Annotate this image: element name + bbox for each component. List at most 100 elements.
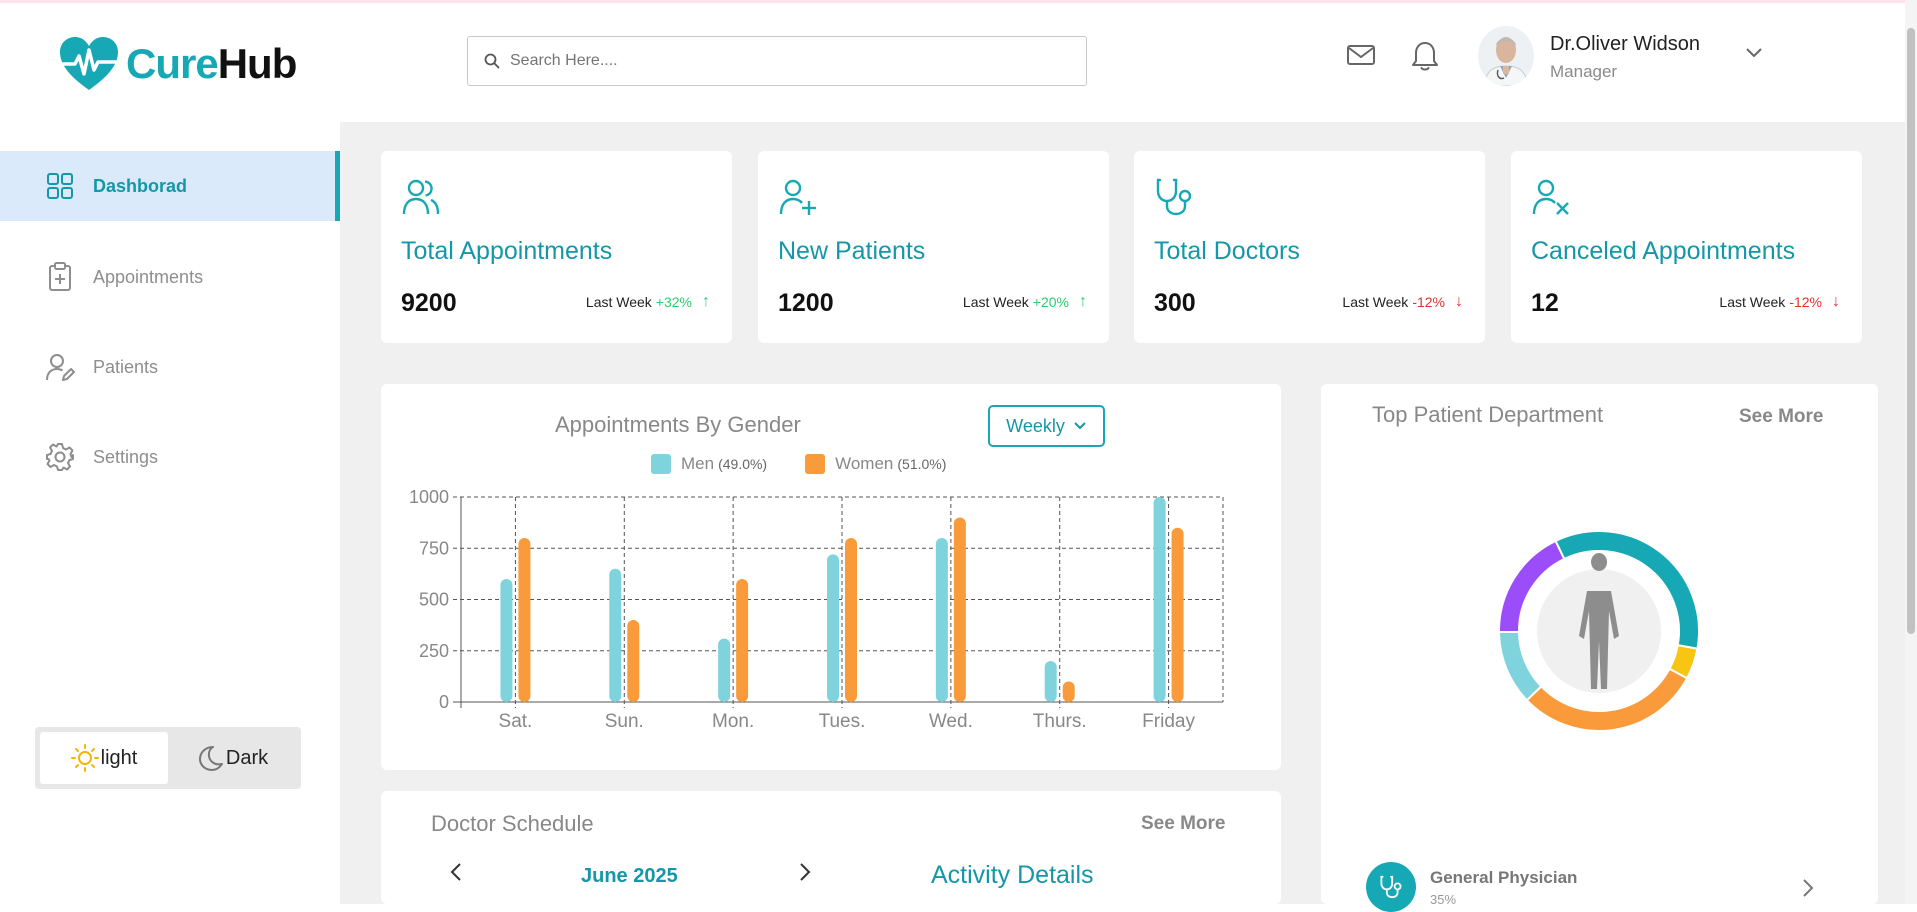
bar-men-wed [935,538,948,702]
next-month-button[interactable] [798,861,812,883]
user-role: Manager [1550,62,1618,81]
x-tick-label: Sat. [499,711,533,732]
light-label: light [100,746,138,769]
stat-trend: Last Week -12% ↓ [1719,293,1840,310]
stat-card-total-doctors[interactable]: Total Doctors 300 Last Week -12% ↓ [1134,151,1485,343]
x-tick-label: Thurs. [1033,711,1087,732]
stat-title: Canceled Appointments [1531,237,1796,265]
stat-value: 12 [1531,289,1559,317]
sidebar-item-label: Appointments [93,266,204,287]
sidebar-item-label: Dashborad [93,175,188,196]
bar-women-tues [845,538,857,702]
stat-card-total-appointments[interactable]: Total Appointments 9200 Last Week +32% ↑ [381,151,732,343]
stat-card-new-patients[interactable]: New Patients 1200 Last Week +20% ↑ [758,151,1109,343]
prev-month-button[interactable] [449,861,463,883]
dept-name: General Physician [1430,867,1578,887]
clipboard-plus-icon [45,262,75,292]
user-plus-icon [778,177,818,222]
sidebar-item-label: Patients [93,356,159,377]
stat-title: Total Appointments [401,237,613,265]
bar-women-sat [518,538,531,702]
bar-women-wed [953,517,966,702]
bar-men-sun [609,568,622,702]
user-x-icon [1531,177,1571,222]
sidebar-item-dashboard[interactable]: Dashborad [0,151,340,221]
grid-icon [45,171,75,201]
brand-logo[interactable]: CureHub [58,36,297,92]
dark-label: Dark [225,746,269,769]
stat-title: New Patients [778,237,926,265]
bar-women-mon [736,579,749,702]
heart-pulse-icon [60,37,118,90]
department-donut-chart [1497,530,1700,732]
chevron-right-icon[interactable] [1801,877,1815,899]
donut-segment[interactable] [1497,630,1543,702]
arrow-up-icon: ↑ [702,293,710,310]
sidebar-item-settings[interactable]: Settings [0,422,340,492]
arrow-down-icon: ↓ [1832,293,1840,310]
x-tick-label: Wed. [929,711,973,732]
sidebar-item-appointments[interactable]: Appointments [0,242,340,312]
search-box[interactable] [467,36,1087,86]
mail-icon [1347,45,1375,65]
stat-trend: Last Week +20% ↑ [962,293,1087,310]
appointments-chart-card: Appointments By Gender Weekly Men (49.0%… [381,384,1281,770]
bar-women-thurs [1062,681,1075,702]
stat-card-canceled-appointments[interactable]: Canceled Appointments 12 Last Week -12% ↓ [1511,151,1862,343]
dark-theme-button[interactable]: Dark [168,732,296,784]
bar-men-friday [1153,497,1166,702]
x-tick-label: Friday [1142,711,1195,732]
stat-title: Total Doctors [1154,237,1300,265]
stethoscope-icon [1154,177,1194,222]
gear-icon [45,442,75,472]
bar-men-tues [827,554,839,702]
bar-chart: 0 250 500 750 1000 Sat. Sun. Mon. Tues. Wed. Thurs… [409,487,1224,732]
user-name[interactable]: Dr.Oliver Widson [1550,33,1700,56]
dept-title: Top Patient Department [1372,402,1604,427]
stethoscope-icon [1366,862,1416,912]
activity-details-title: Activity Details [931,861,1094,889]
scrollbar-thumb[interactable] [1907,28,1915,634]
arrow-down-icon: ↓ [1455,293,1463,310]
doctor-avatar-icon [1478,26,1534,86]
y-tick-label: 0 [439,692,449,712]
brand-name: CureHub [126,40,297,87]
sidebar-item-label: Settings [93,446,159,467]
moon-icon [198,746,223,771]
top-department-card: Top Patient Department See More General … [1321,384,1878,912]
light-theme-button[interactable]: light [40,732,168,784]
x-tick-label: Mon. [712,711,754,732]
sidebar-item-patients[interactable]: Patients [0,332,340,402]
x-tick-label: Sun. [605,711,644,732]
stat-value: 9200 [401,289,457,317]
top-accent-line [0,0,1917,3]
bar-men-mon [718,638,731,702]
scrollbar[interactable] [1905,0,1917,904]
y-tick-label: 750 [419,538,449,558]
theme-toggle: light Dark [35,727,301,789]
stat-value: 300 [1154,289,1196,317]
doctor-schedule-card: Doctor Schedule See More June 2025 Activ… [381,791,1281,904]
stat-trend: Last Week +32% ↑ [585,293,710,310]
sun-icon [70,744,99,772]
notifications-button[interactable] [1411,40,1439,77]
calendar-month: June 2025 [581,865,678,887]
stat-value: 1200 [778,289,834,317]
mail-button[interactable] [1346,40,1376,75]
stat-trend: Last Week -12% ↓ [1342,293,1463,310]
dept-list-item[interactable]: General Physician 35% [1366,862,1577,912]
schedule-see-more-link[interactable]: See More [1141,813,1225,835]
search-input[interactable] [510,52,1050,70]
avatar[interactable] [1478,26,1534,86]
user-edit-icon [45,352,75,382]
dept-percent: 35% [1430,891,1457,907]
search-icon [484,53,500,69]
users-icon [401,177,441,222]
dept-see-more-link[interactable]: See More [1739,406,1823,428]
user-menu-toggle[interactable] [1745,46,1763,64]
y-tick-label: 1000 [409,487,449,507]
bar-men-thurs [1044,661,1057,702]
y-tick-label: 250 [419,641,449,661]
x-tick-label: Tues. [819,711,866,732]
schedule-title: Doctor Schedule [431,811,594,836]
